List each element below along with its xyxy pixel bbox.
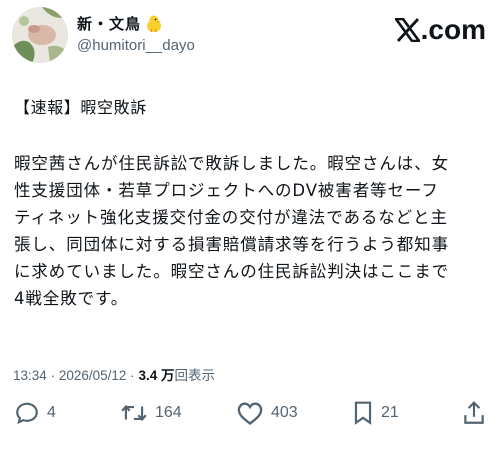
avatar[interactable] xyxy=(12,7,68,63)
avatar-icon xyxy=(12,7,68,63)
author-handle[interactable]: @humitori__dayo xyxy=(77,37,195,54)
like-count: 403 xyxy=(271,404,298,421)
brand-logo: .com xyxy=(394,14,486,46)
post-headline: 【速報】暇空敗訴 xyxy=(14,98,147,117)
post-body: 暇空茜さんが住民訴訟で敗訴しました。暇空さんは、女 性支援団体・若草プロジェクト… xyxy=(14,154,449,308)
share-button[interactable] xyxy=(462,400,486,426)
views-label: 回表示 xyxy=(174,368,215,383)
bookmark-button[interactable]: 21 xyxy=(352,400,399,426)
bookmark-count: 21 xyxy=(381,404,399,421)
repost-count: 164 xyxy=(155,404,182,421)
post-time[interactable]: 13:34 xyxy=(13,368,47,383)
meta-separator: · xyxy=(50,368,56,383)
reply-button[interactable]: 4 xyxy=(14,400,56,426)
repost-button[interactable]: 164 xyxy=(120,400,182,426)
post-date[interactable]: 2026/05/12 xyxy=(59,368,127,383)
share-icon xyxy=(464,401,484,424)
reply-count: 4 xyxy=(47,404,56,421)
chick-emoji-icon xyxy=(144,14,164,34)
brand-domain-label: .com xyxy=(420,14,486,45)
x-logo-icon xyxy=(394,18,420,42)
post-meta: 13:34 · 2026/05/12 · 3.4 万回表示 xyxy=(13,364,215,384)
action-bar: 4 164 403 21 xyxy=(0,400,500,432)
reply-icon xyxy=(16,402,38,425)
repost-icon xyxy=(121,404,147,422)
author-name-row: 新・文鳥 xyxy=(77,13,164,34)
author-display-name[interactable]: 新・文鳥 xyxy=(77,13,141,34)
bookmark-icon xyxy=(354,401,372,425)
views-count: 3.4 万 xyxy=(138,368,175,383)
meta-separator-2: · xyxy=(130,368,135,383)
heart-icon xyxy=(237,402,263,425)
like-button[interactable]: 403 xyxy=(236,400,298,426)
